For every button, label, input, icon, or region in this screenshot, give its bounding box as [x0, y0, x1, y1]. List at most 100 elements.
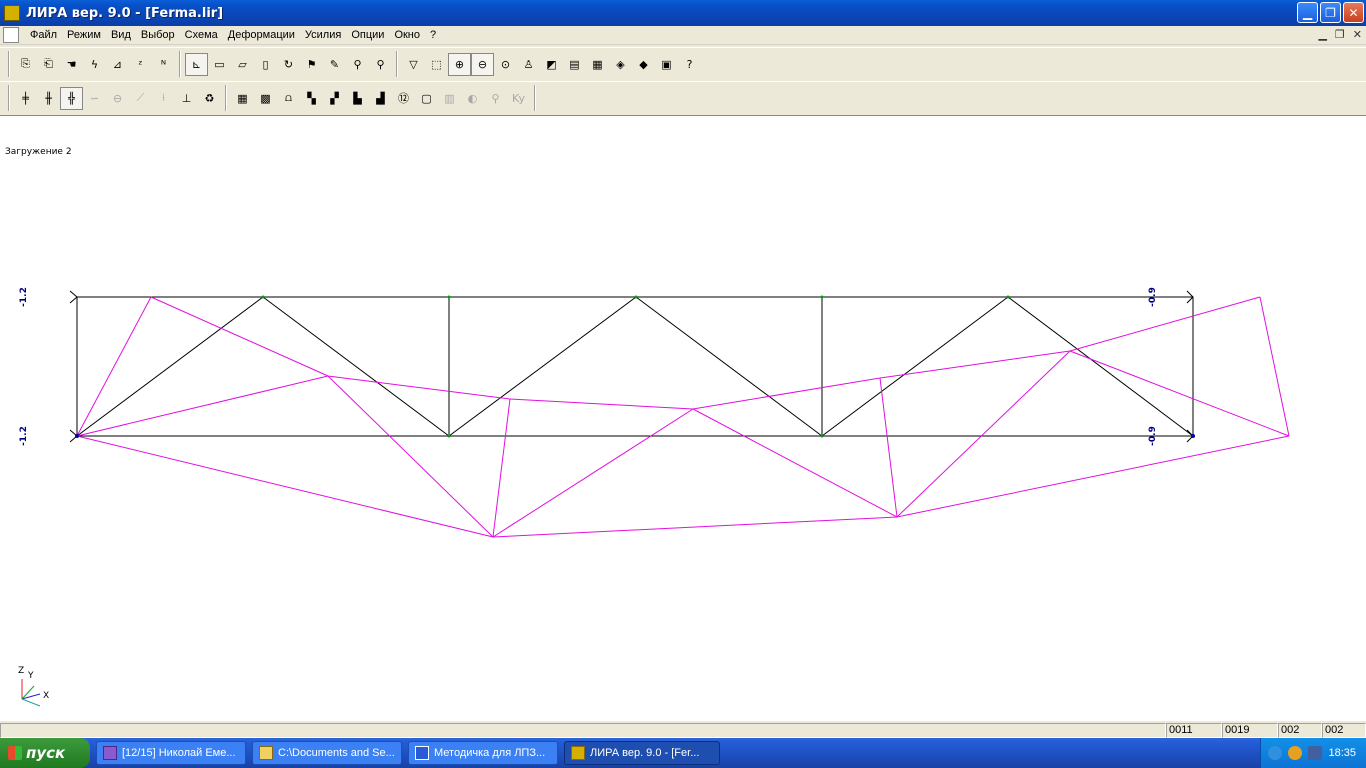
value-label-bottom-right: -0.9: [1148, 426, 1158, 446]
ky-icon[interactable]: Ky: [507, 87, 530, 110]
lightning-icon[interactable]: ϟ: [83, 53, 106, 76]
tray-arrow-icon[interactable]: [1268, 746, 1283, 760]
yz-view-icon[interactable]: ▯: [254, 53, 277, 76]
folder-icon: [259, 746, 273, 760]
task-messenger[interactable]: [12/15] Николай Еме...: [96, 741, 246, 765]
cells-nm-icon[interactable]: ▟: [369, 87, 392, 110]
start-label: пуск: [26, 744, 66, 762]
axes-icon[interactable]: ⊾: [185, 52, 208, 76]
menu-deformations[interactable]: Деформации: [223, 29, 300, 41]
menu-file[interactable]: Файл: [25, 29, 62, 41]
menu-window[interactable]: Окно: [389, 29, 425, 41]
task-label: ЛИРА вер. 9.0 - [Fer...: [590, 747, 700, 759]
truss-selected-icon[interactable]: ╬: [60, 86, 83, 110]
paste-icon[interactable]: ⎗: [37, 53, 60, 76]
deformed-icon[interactable]: ⊥: [175, 87, 198, 110]
axis-z-label: Z: [18, 666, 24, 676]
help-pointer-icon[interactable]: ?: [678, 53, 701, 76]
diagram-icon[interactable]: ◐: [461, 87, 484, 110]
cells-icon[interactable]: ▚: [300, 87, 323, 110]
status-field-2: 0019: [1222, 723, 1278, 738]
zoom-out-icon[interactable]: ⊖: [471, 52, 494, 76]
menu-forces[interactable]: Усилия: [300, 29, 346, 41]
status-field-4: 002: [1322, 723, 1366, 738]
n-load-icon[interactable]: ᴺ: [152, 53, 175, 76]
title-bar: ЛИРА вер. 9.0 - [Ferma.lir] ▁ ❐ ✕: [0, 0, 1366, 26]
minimize-button[interactable]: ▁: [1297, 2, 1318, 23]
truss-icon[interactable]: ╪: [14, 87, 37, 110]
xy-view-icon[interactable]: ▱: [231, 53, 254, 76]
status-field-3: 002: [1278, 723, 1322, 738]
layers-icon[interactable]: ▤: [563, 53, 586, 76]
task-label: Методичка для ЛПЗ...: [434, 747, 546, 759]
zoom-in-icon[interactable]: ⊕: [448, 52, 471, 76]
truss-grid-icon[interactable]: ╫: [37, 87, 60, 110]
tray-app-icon[interactable]: [1288, 746, 1303, 760]
axis-y-label: Y: [27, 671, 34, 681]
lira-icon: [571, 746, 585, 760]
taskbar: пуск [12/15] Николай Еме... C:\Documents…: [0, 738, 1366, 768]
eraser-icon[interactable]: ◩: [540, 53, 563, 76]
task-lira[interactable]: ЛИРА вер. 9.0 - [Fer...: [564, 741, 720, 765]
brush-icon[interactable]: ♙: [517, 53, 540, 76]
rotate-icon[interactable]: ↻: [277, 53, 300, 76]
lamp-icon[interactable]: ⚲: [484, 87, 507, 110]
number-12-icon[interactable]: ⑫: [392, 87, 415, 110]
network-icon[interactable]: [1308, 746, 1323, 760]
zoom-icon[interactable]: ⚲: [346, 53, 369, 76]
task-explorer[interactable]: C:\Documents and Se...: [252, 741, 402, 765]
mosaic-icon[interactable]: ▩: [254, 87, 277, 110]
status-field-1: 0011: [1166, 723, 1222, 738]
restore-button[interactable]: ❐: [1320, 2, 1341, 23]
curve-icon[interactable]: ∽: [83, 87, 106, 110]
zoom-fit-icon[interactable]: ⚲: [369, 53, 392, 76]
window-title: ЛИРА вер. 9.0 - [Ferma.lir]: [26, 5, 224, 21]
axes-indicator-icon: Z Y X: [18, 666, 49, 707]
menu-options[interactable]: Опции: [346, 29, 389, 41]
mdi-restore-button[interactable]: ❐: [1335, 28, 1345, 41]
system-tray: 18:35: [1260, 738, 1366, 768]
mdi-minimize-button[interactable]: ▁: [1318, 28, 1326, 41]
lira-app-icon[interactable]: [4, 5, 20, 21]
hand-flag-icon[interactable]: ☚: [60, 53, 83, 76]
model-icon[interactable]: ◆: [632, 53, 655, 76]
plate-icon[interactable]: ⊖: [106, 87, 129, 110]
bar-icon[interactable]: ⟋: [129, 87, 152, 110]
box-icon[interactable]: ▣: [655, 53, 678, 76]
pencil-icon[interactable]: ✎: [323, 53, 346, 76]
hinge-icon[interactable]: ⩍: [277, 87, 300, 110]
cells-n-icon[interactable]: ▙: [346, 87, 369, 110]
copy-icon[interactable]: ⎘: [14, 53, 37, 76]
refresh-icon[interactable]: ♻: [198, 87, 221, 110]
bars-icon[interactable]: ▥: [438, 87, 461, 110]
task-word[interactable]: Методичка для ЛПЗ...: [408, 741, 558, 765]
mdi-close-button[interactable]: ✕: [1353, 28, 1362, 41]
menu-help[interactable]: ?: [425, 29, 441, 41]
xz-view-icon[interactable]: ▭: [208, 53, 231, 76]
start-button[interactable]: пуск: [0, 738, 90, 768]
menu-scheme[interactable]: Схема: [180, 29, 223, 41]
grid-icon[interactable]: ▦: [231, 87, 254, 110]
menu-mode[interactable]: Режим: [62, 29, 106, 41]
drawing-canvas[interactable]: Загружение 2 -1.2 -1.2 -0.9 -0.9 Z Y X: [0, 115, 1366, 720]
value-label-top-right: -0.9: [1148, 287, 1158, 307]
z-load-icon[interactable]: ᶻ: [129, 53, 152, 76]
menu-view[interactable]: Вид: [106, 29, 136, 41]
toolbar-main: ⎘ ⎗ ☚ ϟ ⊿ ᶻ ᴺ ⊾ ▭ ▱ ▯ ↻ ⚑ ✎ ⚲ ⚲ ▽ ⬚ ⊕ ⊖ …: [0, 47, 1366, 80]
filter-icon[interactable]: ▽: [402, 53, 425, 76]
table-icon[interactable]: ▦: [586, 53, 609, 76]
task-label: C:\Documents and Se...: [278, 747, 395, 759]
page-icon[interactable]: ▢: [415, 87, 438, 110]
support-bar-icon[interactable]: ⟊: [152, 87, 175, 110]
menu-select[interactable]: Выбор: [136, 29, 180, 41]
zoom-window-icon[interactable]: ⊙: [494, 53, 517, 76]
support-icon[interactable]: ⊿: [106, 53, 129, 76]
chart-icon[interactable]: ◈: [609, 53, 632, 76]
clock[interactable]: 18:35: [1328, 747, 1356, 759]
document-icon[interactable]: [3, 27, 19, 43]
status-message: [0, 723, 1166, 738]
select-nodes-icon[interactable]: ⬚: [425, 53, 448, 76]
close-button[interactable]: ✕: [1343, 2, 1364, 23]
cells2-icon[interactable]: ▞: [323, 87, 346, 110]
flags-icon[interactable]: ⚑: [300, 53, 323, 76]
